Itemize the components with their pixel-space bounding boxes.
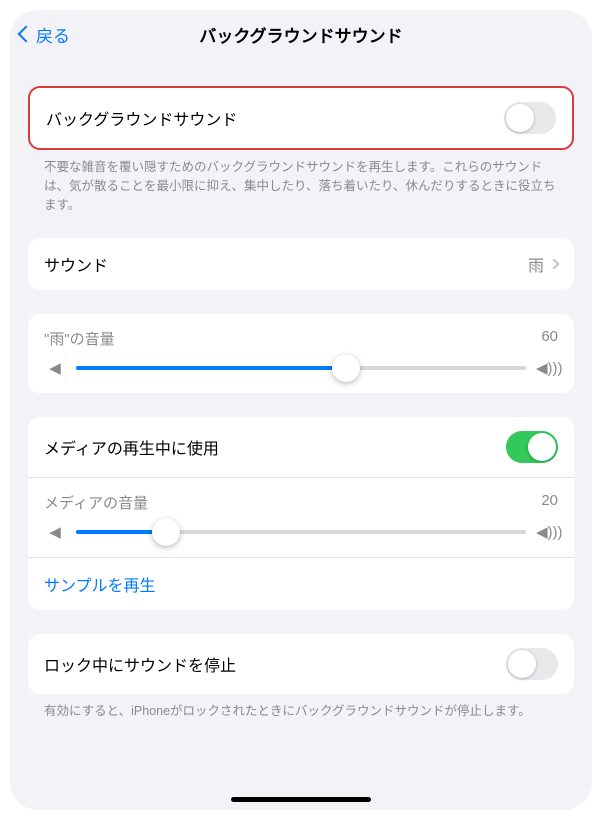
background-sound-toggle-group: バックグラウンドサウンド — [28, 86, 574, 150]
chevron-right-icon — [548, 259, 559, 270]
use-during-media-row[interactable]: メディアの再生中に使用 — [28, 417, 574, 477]
stop-on-lock-footer: 有効にすると、iPhoneがロックされたときにバックグラウンドサウンドが停止しま… — [28, 694, 574, 721]
background-sound-toggle[interactable] — [504, 102, 556, 134]
sound-select-label: サウンド — [44, 252, 528, 276]
media-group: メディアの再生中に使用 メディアの音量 20 ◀ ◀))) — [28, 417, 574, 610]
sound-select-group: サウンド 雨 — [28, 238, 574, 290]
speaker-low-icon: ◀ — [44, 359, 66, 377]
back-label: 戻る — [36, 22, 70, 47]
home-indicator[interactable] — [231, 797, 371, 802]
sound-volume-slider[interactable] — [76, 366, 526, 370]
background-sound-toggle-label: バックグラウンドサウンド — [46, 106, 504, 130]
sound-volume-value: 60 — [541, 328, 558, 349]
sound-volume-label: "雨"の音量 — [44, 328, 115, 349]
stop-on-lock-toggle[interactable] — [506, 648, 558, 680]
navigation-bar: 戻る バックグラウンドサウンド — [10, 10, 592, 58]
speaker-low-icon: ◀ — [44, 523, 66, 541]
sound-select-row[interactable]: サウンド 雨 — [28, 238, 574, 290]
use-during-media-label: メディアの再生中に使用 — [44, 435, 506, 459]
stop-on-lock-row[interactable]: ロック中にサウンドを停止 — [28, 634, 574, 694]
settings-screen: 戻る バックグラウンドサウンド バックグラウンドサウンド 不要な雑音を覆い隠すた… — [10, 10, 592, 810]
page-title: バックグラウンドサウンド — [10, 22, 592, 47]
media-volume-slider[interactable] — [76, 530, 526, 534]
back-button[interactable]: 戻る — [20, 22, 70, 47]
sound-volume-row: "雨"の音量 60 ◀ ◀))) — [28, 314, 574, 393]
sound-select-value: 雨 — [528, 252, 544, 276]
use-during-media-toggle[interactable] — [506, 431, 558, 463]
stop-on-lock-label: ロック中にサウンドを停止 — [44, 652, 506, 676]
background-sound-footer: 不要な雑音を覆い隠すためのバックグラウンドサウンドを再生します。これらのサウンド… — [28, 150, 574, 214]
volume-group: "雨"の音量 60 ◀ ◀))) — [28, 314, 574, 393]
speaker-high-icon: ◀))) — [536, 359, 558, 377]
media-volume-value: 20 — [541, 492, 558, 513]
speaker-high-icon: ◀))) — [536, 523, 558, 541]
background-sound-toggle-row[interactable]: バックグラウンドサウンド — [30, 88, 572, 148]
chevron-left-icon — [18, 26, 35, 43]
play-sample-row[interactable]: サンプルを再生 — [28, 557, 574, 610]
media-volume-row: メディアの音量 20 ◀ ◀))) — [28, 477, 574, 557]
stop-on-lock-group: ロック中にサウンドを停止 — [28, 634, 574, 694]
content-scroll[interactable]: バックグラウンドサウンド 不要な雑音を覆い隠すためのバックグラウンドサウンドを再… — [10, 58, 592, 761]
media-volume-label: メディアの音量 — [44, 492, 148, 513]
play-sample-link: サンプルを再生 — [44, 572, 156, 596]
